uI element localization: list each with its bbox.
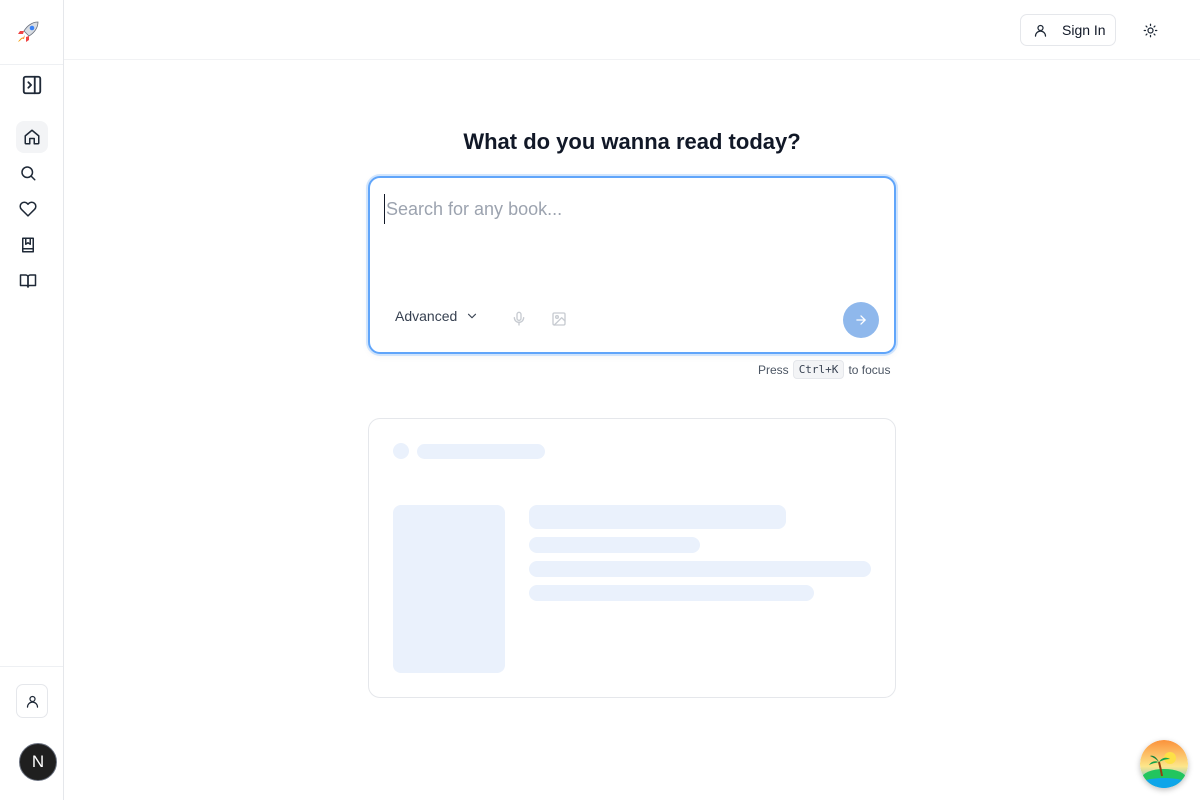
bookmark-book-icon <box>22 237 34 253</box>
home-icon <box>24 129 40 145</box>
chevron-down-icon <box>468 313 477 319</box>
image-icon <box>552 312 566 326</box>
skeleton-line <box>417 444 545 459</box>
skeleton-cover <box>393 505 505 673</box>
skeleton-line <box>529 505 786 529</box>
avatar[interactable]: N <box>19 743 57 781</box>
rocket-logo-icon[interactable] <box>14 18 42 46</box>
island-icon <box>1140 740 1188 788</box>
advanced-label: Advanced <box>395 308 458 324</box>
skeleton-avatar <box>393 443 409 459</box>
search-input[interactable] <box>384 194 874 224</box>
skeleton-line <box>529 585 814 601</box>
skeleton-line <box>529 561 871 577</box>
microphone-icon <box>513 311 525 326</box>
submit-search-button[interactable] <box>843 302 879 338</box>
hint-suffix: to focus <box>848 362 891 377</box>
user-icon <box>26 695 38 708</box>
sidebar-item-reading[interactable] <box>12 265 44 297</box>
user-menu-button[interactable] <box>16 684 48 718</box>
sign-in-label: Sign In <box>1062 22 1106 38</box>
sidebar-item-saved[interactable] <box>12 229 44 261</box>
shortcut-key: Ctrl+K <box>792 360 845 379</box>
loading-skeleton-card <box>368 418 896 698</box>
sidebar-toggle-button[interactable] <box>16 69 48 101</box>
sidebar-divider <box>0 64 63 65</box>
sidebar-item-home[interactable] <box>16 121 48 153</box>
topbar: Sign In <box>64 0 1200 60</box>
heart-icon <box>19 201 37 217</box>
avatar-letter: N <box>31 752 45 771</box>
hint-prefix: Press <box>758 362 789 377</box>
sign-in-button[interactable]: Sign In <box>1020 14 1116 46</box>
panel-toggle-icon <box>22 75 42 95</box>
sidebar: N <box>0 0 64 800</box>
open-book-icon <box>19 274 37 288</box>
user-icon <box>1034 24 1047 37</box>
sidebar-item-search[interactable] <box>12 157 44 189</box>
keyboard-hint: Press Ctrl+K to focus <box>758 360 890 379</box>
skeleton-line <box>529 537 700 553</box>
image-upload-button[interactable] <box>551 311 567 327</box>
voice-input-button[interactable] <box>511 311 527 327</box>
page-title: What do you wanna read today? <box>463 129 801 154</box>
advanced-dropdown[interactable]: Advanced <box>395 308 479 324</box>
sun-icon <box>1143 23 1157 37</box>
arrow-right-icon <box>856 315 866 325</box>
theme-toggle-button[interactable] <box>1140 20 1160 40</box>
sidebar-item-favorites[interactable] <box>12 193 44 225</box>
island-badge-button[interactable] <box>1140 740 1188 788</box>
search-panel: Advanced <box>368 176 896 354</box>
sidebar-divider <box>0 666 63 667</box>
search-icon <box>21 166 36 181</box>
